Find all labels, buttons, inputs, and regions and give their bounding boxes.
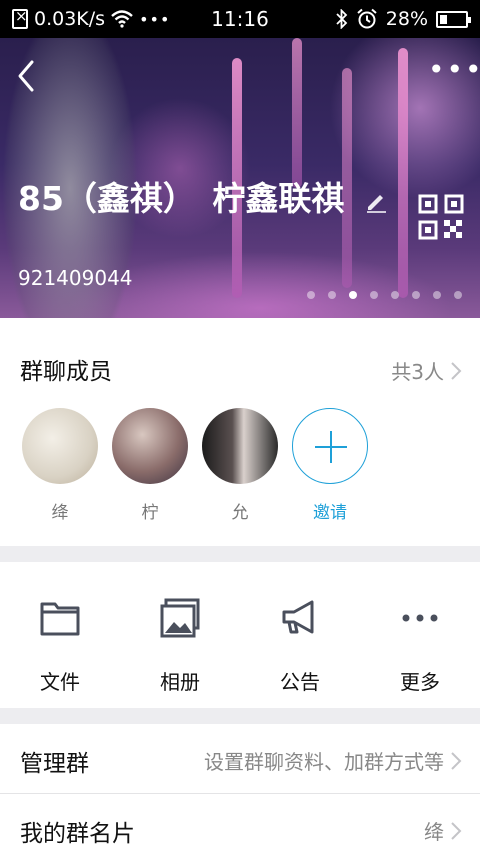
member-item[interactable]: 柠 [112,408,188,523]
status-right: 28% [336,0,471,38]
action-announcement-label: 公告 [280,670,320,694]
back-arrow-icon[interactable] [10,56,46,96]
banner-page-dot [433,291,441,299]
more-options-icon[interactable]: ••• [428,56,480,90]
members-section: 群聊成员 共3人 绛 柠 允 邀请 [0,318,480,546]
qr-code-icon[interactable] [418,194,464,240]
members-count: 共3人 [391,360,444,384]
action-album[interactable]: 相册 [120,562,240,708]
more-icon [402,614,438,622]
manage-group-row[interactable]: 管理群 设置群聊资料、加群方式等 [0,724,480,794]
member-avatar[interactable] [112,408,188,484]
invite-label: 邀请 [313,503,347,523]
decor-vine [398,48,408,298]
member-avatar[interactable] [202,408,278,484]
banner-page-dot [391,291,399,299]
group-name: 85（鑫祺） 柠鑫联祺 [18,179,345,218]
battery-fill [440,14,447,24]
banner-page-dot [328,291,336,299]
bluetooth-icon [336,9,348,29]
my-group-card-value: 绛 [424,820,444,844]
member-name: 允 [231,503,249,523]
action-announcement[interactable]: 公告 [240,562,360,708]
members-count-link[interactable]: 共3人 [391,356,462,385]
member-item[interactable]: 绛 [22,408,98,523]
group-title: 85（鑫祺） 柠鑫联祺 [18,176,398,222]
action-more-label: 更多 [400,670,440,694]
banner-page-dot [349,291,357,299]
member-name: 柠 [141,503,159,523]
action-album-label: 相册 [160,670,200,694]
members-title: 群聊成员 [20,359,112,385]
chevron-right-icon [451,361,462,380]
banner-page-dot [307,291,315,299]
battery-percent: 28% [385,8,428,30]
album-icon [160,598,200,638]
action-more[interactable]: 更多 [360,562,480,708]
status-bar: 0.03K/s ••• 11:16 28% [0,0,480,38]
banner-page-dot [370,291,378,299]
group-number: 921409044 [18,266,133,290]
member-list: 绛 柠 允 邀请 [22,408,368,523]
group-cover-banner[interactable]: ••• 85（鑫祺） 柠鑫联祺 921409044 [0,38,480,318]
folder-icon [40,602,80,636]
banner-page-indicator [307,291,462,299]
my-group-card-row[interactable]: 我的群名片 绛 [0,794,480,854]
manage-group-title: 管理群 [20,751,89,777]
group-actions: 文件 相册 公告 更多 [0,562,480,708]
invite-plus-icon[interactable] [292,408,368,484]
member-item[interactable]: 允 [202,408,278,523]
chevron-right-icon [451,821,462,840]
banner-page-dot [412,291,420,299]
my-group-card-value-wrap: 绛 [424,816,462,845]
action-files[interactable]: 文件 [0,562,120,708]
my-group-card-title: 我的群名片 [20,821,135,847]
member-name: 绛 [51,503,69,523]
decor-vine [292,38,302,188]
banner-page-dot [454,291,462,299]
manage-group-hint-wrap: 设置群聊资料、加群方式等 [204,746,462,775]
chevron-right-icon [451,751,462,770]
manage-group-hint: 设置群聊资料、加群方式等 [204,750,444,774]
edit-pencil-icon[interactable] [364,189,388,213]
megaphone-icon [282,600,314,634]
battery-icon [436,10,471,28]
alarm-icon [357,8,377,29]
invite-member-item[interactable]: 邀请 [292,408,368,523]
action-files-label: 文件 [40,670,80,694]
member-avatar[interactable] [22,408,98,484]
